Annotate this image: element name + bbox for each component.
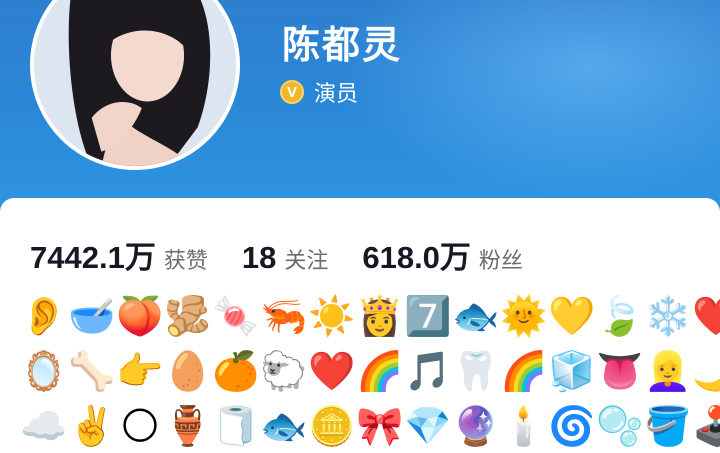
emoji-icon: ❄️ [644, 293, 692, 338]
emoji-icon: 🍑 [116, 293, 164, 338]
emoji-icon: 🥣 [68, 293, 116, 338]
stat-followers-label: 粉丝 [478, 248, 523, 273]
emoji-icon: 🦷 [452, 348, 500, 393]
emoji-icon: 👸 [356, 293, 404, 338]
emoji-icon: 🌕 [120, 403, 160, 448]
profile-name: 陈都灵 [282, 25, 403, 67]
emoji-icon: 7️⃣ [404, 293, 452, 338]
emoji-icon: 👉 [116, 348, 164, 393]
emoji-icon: 🎵 [404, 348, 452, 393]
emoji-icon: 🦴 [68, 348, 116, 393]
stat-following-label: 关注 [284, 248, 329, 273]
emoji-icon: 🪙 [308, 403, 356, 448]
emoji-icon: 🕯️ [500, 403, 548, 448]
avatar-photo [34, 0, 236, 166]
emoji-icon: 👅 [596, 348, 644, 393]
emoji-icon: ✌️ [68, 403, 116, 448]
emoji-icon: ☀️ [308, 293, 356, 338]
emoji-icon: 💎 [404, 403, 452, 448]
emoji-icon: 🍊 [212, 348, 260, 393]
emoji-icon: 🌀 [548, 403, 596, 448]
emoji-icon: 🐑 [260, 348, 308, 393]
emoji-icon: 🔮 [452, 403, 500, 448]
emoji-icon: 🧊 [548, 348, 596, 393]
emoji-icon: ☁️ [20, 403, 68, 448]
emoji-icon: 👱‍♀️ [644, 348, 692, 393]
emoji-row: 🪞 🦴 👉 🥚 🍊 🐑 ❤️ 🌈 🎵 🦷 🌈 🧊 👅 👱‍♀️ 🌙 [20, 343, 720, 398]
emoji-icon: ❤️ [692, 293, 720, 338]
verified-role-row: V 演员 [280, 76, 358, 108]
emoji-icon: 🐟 [452, 293, 500, 338]
stat-likes-label: 获赞 [163, 248, 208, 273]
stat-following[interactable]: 18 关注 [242, 240, 329, 276]
emoji-icon: 🍃 [596, 293, 644, 338]
stat-followers[interactable]: 618.0万 粉丝 [362, 232, 523, 277]
emoji-icon: 🕹️ [692, 403, 720, 448]
verified-badge-letter: V [286, 83, 297, 101]
emoji-row: 👂 🥣 🍑 🫚 🍬 🦐 ☀️ 👸 7️⃣ 🐟 🌞 💛 🍃 ❄️ ❤️ [20, 288, 720, 343]
verified-badge-icon: V [280, 80, 304, 104]
stat-likes-value: 7442.1万 [30, 240, 156, 275]
emoji-icon: 🎀 [356, 403, 404, 448]
emoji-row: ☁️ ✌️ 🌕 🏺 🧻 🐟 🪙 🎀 💎 🔮 🕯️ 🌀 🫧 🪣 🕹️ [20, 398, 720, 453]
emoji-icon: 💛 [548, 293, 596, 338]
emoji-icon: 👂 [20, 293, 68, 338]
emoji-icon: 🐟 [260, 403, 308, 448]
emoji-bio-grid: 👂 🥣 🍑 🫚 🍬 🦐 ☀️ 👸 7️⃣ 🐟 🌞 💛 🍃 ❄️ ❤️ 🪞 🦴 👉 🥚 🍊 🐑 ❤️ 🌈 🎵 🦷 🌈 🧊 👅 👱‍♀️ 🌙 ☁… [20, 288, 720, 453]
emoji-icon: 🌞 [500, 293, 548, 338]
emoji-icon: 🌙 [692, 348, 720, 393]
emoji-icon: 🌈 [500, 348, 548, 393]
stat-followers-value: 618.0万 [362, 240, 471, 275]
stat-following-value: 18 [241, 240, 277, 275]
profile-stats: 7442.1万 获赞 18 关注 618.0万 粉丝 [30, 232, 557, 277]
emoji-icon: 🌈 [356, 348, 404, 393]
emoji-icon: 🪞 [20, 348, 68, 393]
stat-likes[interactable]: 7442.1万 获赞 [30, 232, 208, 277]
emoji-icon: ❤️ [308, 348, 356, 393]
emoji-icon: 🏺 [164, 403, 212, 448]
emoji-icon: 🥚 [164, 348, 212, 393]
emoji-icon: 🧻 [212, 403, 260, 448]
profile-role: 演员 [314, 81, 359, 106]
emoji-icon: 🪣 [644, 403, 692, 448]
emoji-icon: 🍬 [212, 293, 260, 338]
emoji-icon: 🫚 [164, 293, 212, 338]
emoji-icon: 🫧 [596, 403, 644, 448]
emoji-icon: 🦐 [260, 293, 308, 338]
